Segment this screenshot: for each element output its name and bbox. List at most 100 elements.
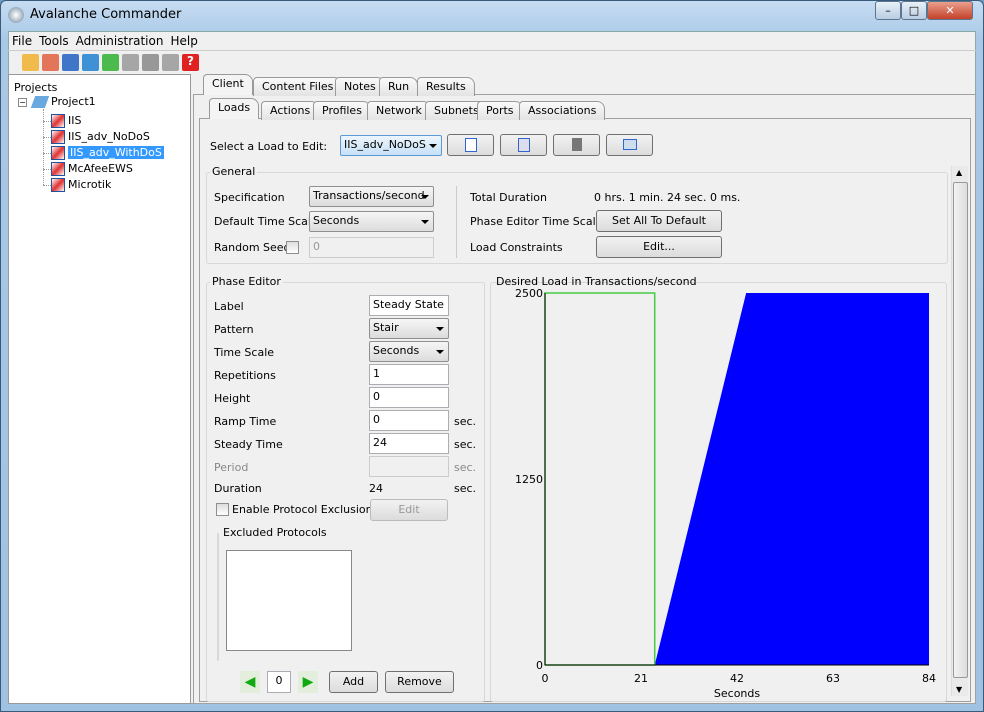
tree-item[interactable]: IIS <box>43 114 81 128</box>
ts-label: Time Scale <box>214 346 275 359</box>
ramp-label: Ramp Time <box>214 415 277 428</box>
load-constraints-edit-button[interactable]: Edit... <box>596 236 722 258</box>
period-label: Period <box>214 461 249 474</box>
remove-phase-button[interactable]: Remove <box>385 671 454 693</box>
set-all-default-button[interactable]: Set All To Default <box>596 210 722 232</box>
tab-actions[interactable]: Actions <box>261 101 320 120</box>
x-tick-label: 0 <box>542 672 549 685</box>
pattern-label: Pattern <box>214 323 254 336</box>
steady-label: Steady Time <box>214 438 283 451</box>
new-project-icon[interactable] <box>22 54 39 71</box>
scroll-up-icon[interactable]: ▲ <box>956 168 962 177</box>
next-phase-button[interactable]: ▶ <box>298 671 318 693</box>
rep-label: Repetitions <box>214 369 276 382</box>
excluded-protocols-group <box>217 533 219 661</box>
tab-ports[interactable]: Ports <box>477 101 523 120</box>
tree-item[interactable]: McAfeeEWS <box>43 162 133 176</box>
total-duration-label: Total Duration <box>470 191 547 204</box>
run-icon[interactable] <box>102 54 119 71</box>
phase-timescales-label: Phase Editor Time Scales <box>470 215 609 228</box>
x-tick-label: 84 <box>922 672 936 685</box>
tree-item[interactable]: IIS_adv_WithDoS <box>43 146 164 160</box>
pattern-select[interactable]: Stair <box>369 318 449 339</box>
scroll-down-icon[interactable]: ▼ <box>956 685 962 694</box>
height-input[interactable]: 0 <box>369 387 449 408</box>
load-select[interactable]: IIS_adv_NoDoS <box>340 135 442 156</box>
next-icon[interactable] <box>122 54 139 71</box>
rep-input[interactable]: 1 <box>369 364 449 385</box>
tab-content-files[interactable]: Content Files <box>253 77 343 96</box>
tab-run[interactable]: Run <box>379 77 419 96</box>
minimize-button[interactable]: – <box>875 1 901 20</box>
y-tick-label: 0 <box>536 659 543 672</box>
seed-checkbox[interactable] <box>286 241 299 254</box>
maximize-button[interactable]: □ <box>901 1 927 20</box>
collapse-icon[interactable]: − <box>18 98 27 107</box>
tree-project[interactable]: Project1 <box>30 95 96 108</box>
prev-phase-button[interactable]: ◀ <box>240 671 260 693</box>
menu-file[interactable]: File <box>12 34 32 48</box>
new-load-button[interactable] <box>447 134 494 156</box>
x-tick-label: 63 <box>826 672 840 685</box>
phase-editor-title: Phase Editor <box>210 275 283 288</box>
copy-icon <box>517 138 530 152</box>
scrollbar-thumb[interactable] <box>953 182 968 678</box>
total-duration-value: 0 hrs. 1 min. 24 sec. 0 ms. <box>594 191 741 204</box>
label-label: Label <box>214 300 244 313</box>
copy-load-button[interactable] <box>500 134 547 156</box>
project-icon <box>30 96 50 108</box>
timescale-label: Default Time Scale <box>214 215 318 228</box>
tab-profiles[interactable]: Profiles <box>313 101 371 120</box>
app-icon <box>8 7 24 23</box>
seed-input[interactable]: 0 <box>309 237 434 258</box>
load-area <box>545 293 929 665</box>
ramp-input[interactable]: 0 <box>369 410 449 431</box>
test-icon <box>51 162 65 176</box>
rename-icon <box>622 139 637 150</box>
stop-icon[interactable] <box>142 54 159 71</box>
menu-administration[interactable]: Administration <box>76 34 164 48</box>
x-tick-label: 42 <box>730 672 744 685</box>
tab-network[interactable]: Network <box>367 101 431 120</box>
delete-load-button[interactable] <box>553 134 600 156</box>
tab-loads[interactable]: Loads <box>209 98 260 119</box>
ramp-unit: sec. <box>454 415 477 428</box>
steady-input[interactable]: 24 <box>369 433 449 454</box>
timescale-select[interactable]: Seconds <box>309 211 434 232</box>
dur-unit: sec. <box>454 482 477 495</box>
x-tick-label: 21 <box>634 672 648 685</box>
vertical-scrollbar[interactable]: ▲ ▼ <box>951 166 968 696</box>
new-load-icon <box>464 138 477 152</box>
menu-tools[interactable]: Tools <box>39 34 69 48</box>
project-tree: Projects − Project1 IIS IIS_adv_NoDoS IIS_… <box>8 74 191 704</box>
selected-phase-highlight <box>544 292 656 666</box>
tab-results[interactable]: Results <box>417 77 475 96</box>
load-constraints-label: Load Constraints <box>470 241 563 254</box>
period-input[interactable] <box>369 456 449 477</box>
protocol-exclusion-edit-button[interactable]: Edit <box>370 499 448 521</box>
height-label: Height <box>214 392 251 405</box>
validate-icon[interactable] <box>82 54 99 71</box>
phase-index-input[interactable]: 0 <box>267 671 291 693</box>
tab-client[interactable]: Client <box>203 74 253 95</box>
add-phase-button[interactable]: Add <box>329 671 378 693</box>
menu-bar: File Tools Administration Help <box>12 34 205 48</box>
excluded-protocols-list[interactable] <box>226 550 352 651</box>
label-input[interactable]: Steady State <box>369 295 449 316</box>
close-button[interactable]: ✕ <box>927 1 973 20</box>
tab-associations[interactable]: Associations <box>519 101 606 120</box>
new-test-icon[interactable] <box>42 54 59 71</box>
menu-help[interactable]: Help <box>170 34 197 48</box>
y-tick-label: 1250 <box>515 473 543 486</box>
save-icon[interactable] <box>62 54 79 71</box>
spec-select[interactable]: Transactions/second <box>309 186 434 207</box>
help-icon[interactable]: ? <box>182 54 199 71</box>
upload-icon[interactable] <box>162 54 179 71</box>
tree-item[interactable]: IIS_adv_NoDoS <box>43 130 150 144</box>
tree-item[interactable]: Microtik <box>43 178 111 192</box>
tab-notes[interactable]: Notes <box>335 77 385 96</box>
desired-load-chart: 0 21 42 63 84 0 1250 2500 Seconds <box>515 287 936 700</box>
protocol-exclusion-checkbox[interactable] <box>216 503 229 516</box>
ts-select[interactable]: Seconds <box>369 341 449 362</box>
rename-load-button[interactable] <box>606 134 653 156</box>
